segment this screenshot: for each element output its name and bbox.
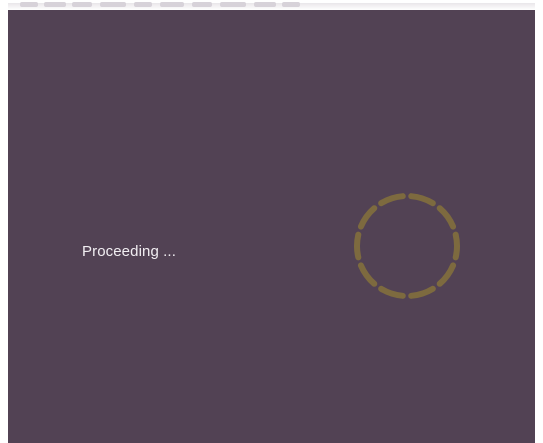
edge-dash xyxy=(160,2,184,7)
spinner-segment xyxy=(408,285,436,299)
spinner-segment xyxy=(378,193,406,207)
spinner-segment xyxy=(452,231,460,261)
edge-dash xyxy=(192,2,212,7)
spinner-segment xyxy=(436,205,457,230)
edge-dash xyxy=(254,2,276,7)
top-edge xyxy=(8,0,535,10)
loading-spinner-icon xyxy=(354,193,460,299)
edge-dash xyxy=(282,2,300,7)
edge-dash xyxy=(20,2,38,7)
spinner-segment xyxy=(436,262,457,287)
spinner-segment xyxy=(378,285,406,299)
status-text: Proceeding ... xyxy=(82,243,176,260)
spinner-segment xyxy=(408,193,436,207)
edge-dash xyxy=(100,2,126,7)
edge-dash xyxy=(44,2,66,7)
edge-dash xyxy=(72,2,92,7)
edge-dash xyxy=(134,2,152,7)
edge-dash xyxy=(220,2,246,7)
window-frame: Proceeding ... xyxy=(0,0,543,443)
spinner-segment xyxy=(357,262,378,287)
spinner-segment xyxy=(354,231,362,261)
spinner-segment xyxy=(357,205,378,230)
